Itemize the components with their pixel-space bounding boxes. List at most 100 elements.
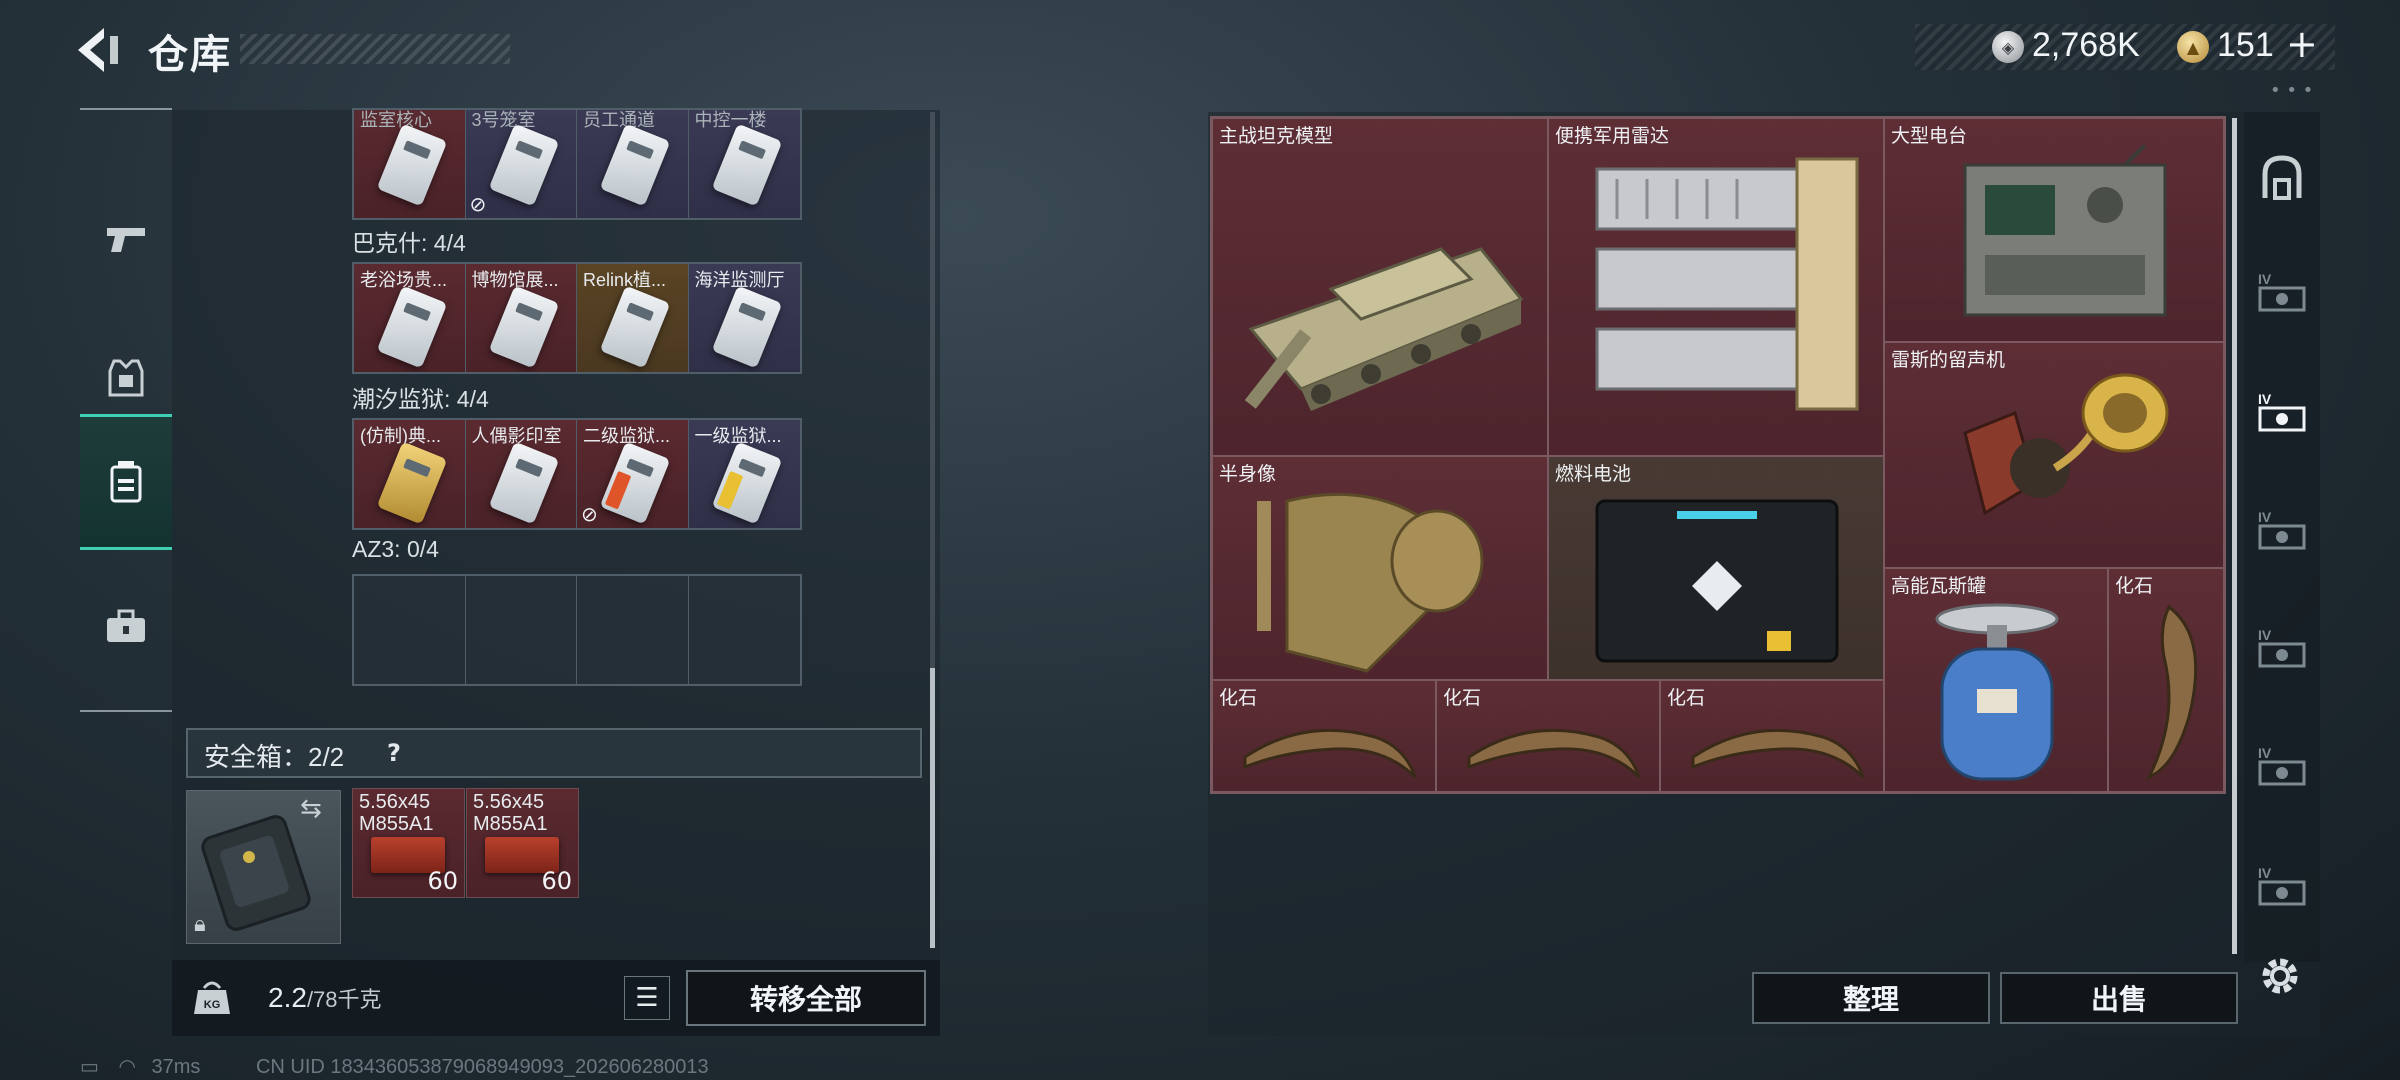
ammo-slot[interactable]: 5.56x45 M855A1 60 xyxy=(466,788,579,898)
category-containers[interactable] xyxy=(80,414,172,550)
keycard-row: (仿制)典... 人偶影印室 二级监狱... ⊘ 一级监狱... xyxy=(352,418,802,530)
item-label: 大型电台 xyxy=(1891,126,1968,147)
category-sidebar xyxy=(80,108,172,712)
keycard-slot[interactable]: (仿制)典... xyxy=(354,420,466,528)
item-label: 化石 xyxy=(2115,576,2154,597)
silver-currency-value: 2,768K xyxy=(2032,26,2140,64)
item-label: 雷斯的留声机 xyxy=(1891,350,2006,371)
lock-icon: 🔒︎ xyxy=(194,912,206,937)
empty-keycard-slot[interactable] xyxy=(354,576,466,684)
keycard-icon xyxy=(376,441,448,525)
ammo-caliber: 5.56x45 xyxy=(359,791,431,813)
more-menu-icon[interactable]: • • • xyxy=(2270,80,2313,101)
item-fuel-cell[interactable]: 燃料电池 xyxy=(1548,456,1884,680)
silver-coin-icon: ◈ xyxy=(1992,31,2024,63)
item-bust[interactable]: 半身像 xyxy=(1212,456,1548,680)
keycard-icon xyxy=(711,123,782,207)
keycard-icon xyxy=(376,123,448,207)
weight-icon: KG xyxy=(194,981,230,1014)
empty-keycard-slot[interactable] xyxy=(688,576,800,684)
battery-icon: ▭ xyxy=(80,1056,99,1078)
item-label: 便携军用雷达 xyxy=(1555,126,1670,147)
ammo-count: 60 xyxy=(541,867,572,895)
fossil-claw-icon xyxy=(1467,728,1641,779)
item-fossil[interactable]: 化石 xyxy=(1660,680,1884,792)
tab-case-6[interactable]: IV xyxy=(2252,856,2312,916)
right-scrollbar[interactable] xyxy=(2232,118,2237,954)
toolbox-icon xyxy=(107,609,145,642)
weight-capacity: /78千克 xyxy=(306,987,382,1012)
keycard-icon xyxy=(599,285,671,369)
keycard-slot[interactable]: Relink植... xyxy=(577,264,689,372)
gold-currency-value: 151 xyxy=(2217,26,2274,64)
ammo-caliber: 5.56x45 xyxy=(473,791,545,813)
storage-grid[interactable]: 主战坦克模型 便携军用雷达 大型电台 雷斯的留声机 半身像 燃料电池 高能瓦斯罐… xyxy=(1210,116,2226,794)
keycard-icon xyxy=(488,285,559,369)
add-currency-button[interactable]: + xyxy=(2286,22,2318,66)
sort-button[interactable]: 整理 xyxy=(1752,972,1990,1024)
tab-tier-label: IV xyxy=(2258,509,2272,525)
gold-coin-icon: ▲ xyxy=(2177,31,2209,63)
item-label: 主战坦克模型 xyxy=(1219,126,1334,147)
keycard-slot[interactable]: 二级监狱... ⊘ xyxy=(577,420,689,528)
item-fossil[interactable]: 化石 xyxy=(1212,680,1436,792)
item-label: 化石 xyxy=(1667,688,1706,709)
keycard-slot[interactable]: 3号笼室 ⊘ xyxy=(465,110,577,218)
item-large-radio[interactable]: 大型电台 xyxy=(1884,118,2224,342)
help-button[interactable]: ? xyxy=(376,736,412,770)
keycard-slot[interactable]: 老浴场贵... xyxy=(354,264,466,372)
keycard-slot[interactable]: 海洋监测厅 xyxy=(688,264,800,372)
keycard-slot[interactable]: 一级监狱... xyxy=(688,420,800,528)
case-iv-icon: IV xyxy=(2258,865,2306,906)
keycard-label: 中控一楼 xyxy=(694,110,767,130)
ammo-label: 5.56x45 M855A1 xyxy=(359,791,434,835)
tab-tier-label: IV xyxy=(2258,271,2272,287)
category-weapons[interactable] xyxy=(80,170,172,306)
empty-keycard-slot[interactable] xyxy=(577,576,689,684)
tab-case-3[interactable]: IV xyxy=(2252,500,2312,560)
keycard-slot[interactable]: 中控一楼 xyxy=(688,110,800,218)
keycard-row-empty xyxy=(352,574,802,686)
tab-case-5[interactable]: IV xyxy=(2252,736,2312,796)
back-arrow-icon[interactable] xyxy=(70,22,130,78)
left-scrollbar-thumb[interactable] xyxy=(930,668,935,948)
keycard-slot[interactable]: 监室核心 xyxy=(354,110,466,218)
gas-canister-icon xyxy=(1935,603,2059,781)
sell-button[interactable]: 出售 xyxy=(2000,972,2238,1024)
ammo-slot[interactable]: 5.56x45 M855A1 60 xyxy=(352,788,465,898)
tab-backpack[interactable] xyxy=(2252,148,2312,208)
wifi-icon: ◠ xyxy=(118,1056,136,1078)
tab-case-4[interactable]: IV xyxy=(2252,618,2312,678)
section-title: 巴克什: 4/4 xyxy=(352,230,466,256)
category-medkit[interactable] xyxy=(80,558,172,694)
bust-icon xyxy=(1257,492,1484,673)
case-iv-icon: IV xyxy=(2258,627,2306,668)
keycard-slot[interactable]: 博物馆展... xyxy=(465,264,577,372)
tab-case-2[interactable]: IV xyxy=(2252,382,2312,442)
ammo-count: 60 xyxy=(427,867,458,895)
list-view-button[interactable]: ☰ xyxy=(624,976,670,1020)
item-fossil[interactable]: 化石 xyxy=(1436,680,1660,792)
item-tank-model[interactable]: 主战坦克模型 xyxy=(1212,118,1548,456)
transfer-all-button[interactable]: 转移全部 xyxy=(686,970,926,1026)
item-gas-canister[interactable]: 高能瓦斯罐 xyxy=(1884,568,2108,792)
status-bar: ▭ ◠ 37ms CN UID 183436053879068949093_20… xyxy=(80,1054,709,1079)
no-drop-icon: ⊘ xyxy=(469,192,487,216)
fossil-claw-icon xyxy=(2145,604,2198,780)
tab-tier-label: IV xyxy=(2258,745,2272,761)
item-fossil[interactable]: 化石 xyxy=(2108,568,2224,792)
empty-keycard-slot[interactable] xyxy=(465,576,577,684)
tank-icon xyxy=(1244,247,1524,411)
keycard-slot[interactable]: 人偶影印室 xyxy=(465,420,577,528)
tab-case-1[interactable]: IV xyxy=(2252,262,2312,322)
item-phonograph[interactable]: 雷斯的留声机 xyxy=(1884,342,2224,568)
case-iv-icon: IV xyxy=(2258,271,2306,312)
list-icon: ☰ xyxy=(635,983,659,1013)
swap-icon[interactable]: ⇆ xyxy=(300,794,322,824)
gear-icon[interactable] xyxy=(2256,952,2304,1000)
page-title: 仓库 xyxy=(148,32,232,78)
fuel-cell-icon xyxy=(1595,499,1839,663)
item-portable-radar[interactable]: 便携军用雷达 xyxy=(1548,118,1884,456)
keycard-slot[interactable]: 员工通道 xyxy=(577,110,689,218)
fossil-claw-icon xyxy=(1691,728,1865,779)
